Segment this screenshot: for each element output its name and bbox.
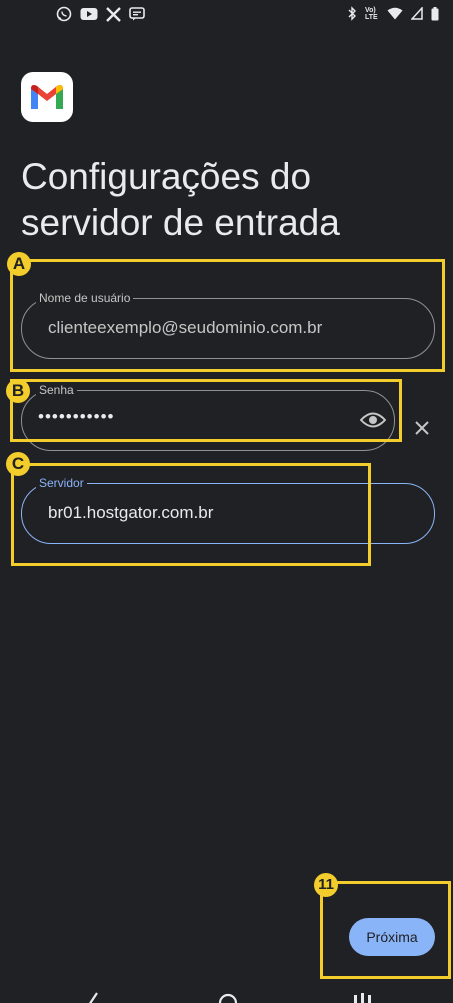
next-button[interactable]: Próxima (349, 918, 435, 956)
wifi-icon (387, 7, 403, 20)
callout-a-box (10, 259, 445, 372)
messages-icon (129, 7, 145, 21)
callout-b-box (10, 379, 402, 442)
gmail-m-icon (31, 85, 63, 109)
callout-a-badge: A (7, 252, 31, 276)
bluetooth-icon (348, 6, 356, 21)
back-icon[interactable] (85, 991, 101, 1003)
x-icon (106, 6, 121, 22)
status-bar: Vo) LTE (0, 0, 453, 30)
volte-icon: Vo) LTE (365, 6, 378, 21)
system-icons: Vo) LTE (347, 6, 439, 21)
clear-password-icon[interactable] (414, 420, 430, 436)
cell-signal-icon (411, 7, 423, 20)
youtube-icon (80, 8, 98, 20)
page-title: Configurações do servidor de entrada (21, 156, 340, 243)
battery-icon (431, 6, 439, 20)
recents-icon[interactable] (352, 991, 376, 1003)
notification-icons (56, 6, 145, 22)
navigation-bar (0, 985, 453, 1003)
gmail-logo (21, 72, 73, 122)
callout-c-box (11, 463, 371, 566)
callout-b-badge: B (6, 379, 30, 403)
callout-step-badge: 11 (314, 873, 338, 897)
home-icon[interactable] (216, 991, 240, 1003)
callout-c-badge: C (6, 452, 30, 476)
whatsapp-icon (56, 6, 72, 22)
